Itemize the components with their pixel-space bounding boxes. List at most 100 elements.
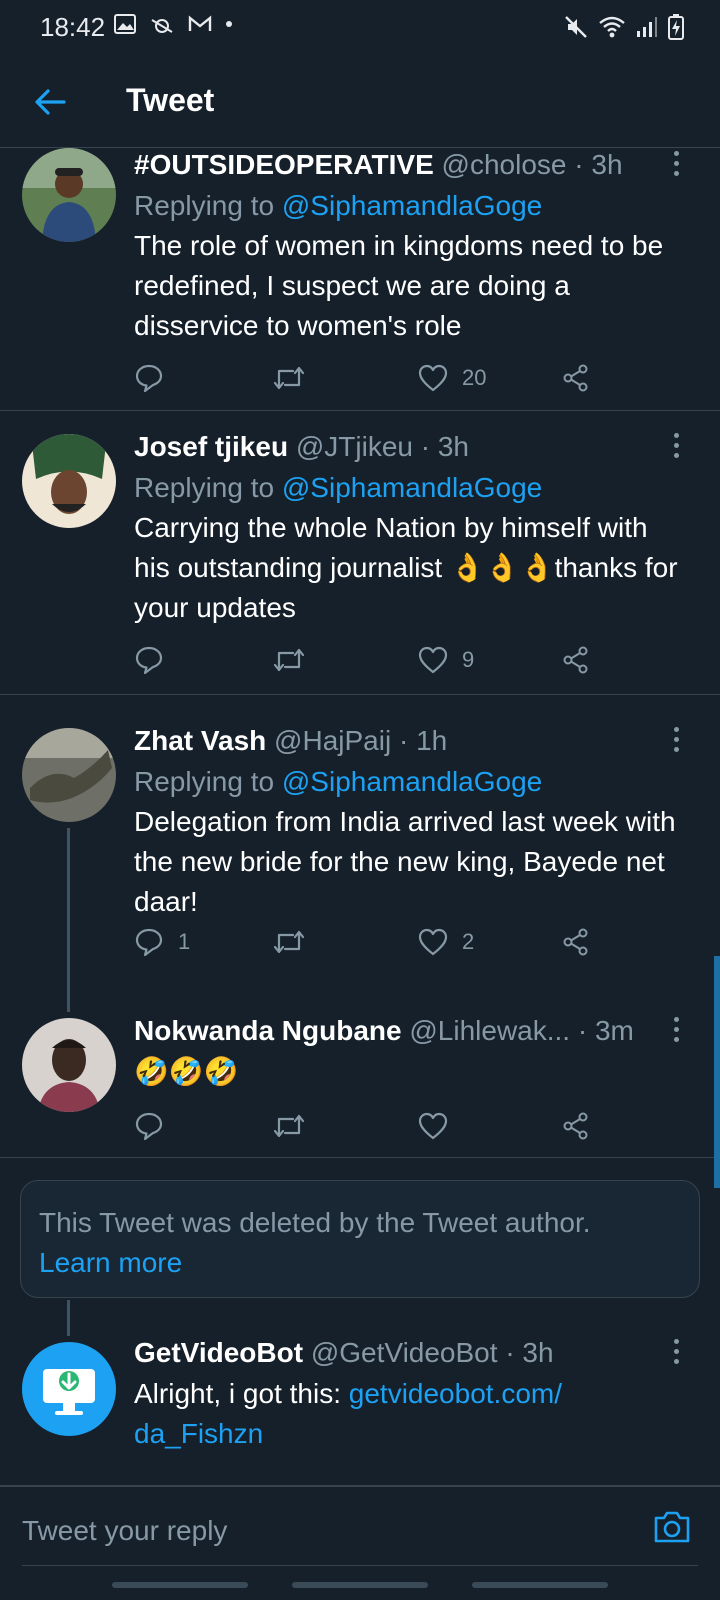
replying-label: Replying to [134, 472, 275, 503]
like-button[interactable]: 9 [418, 640, 474, 680]
author-name[interactable]: #OUTSIDEOPERATIVE [134, 149, 434, 180]
retweet-icon [273, 366, 305, 390]
share-icon [563, 928, 588, 956]
reply-icon [135, 646, 163, 675]
like-count: 20 [462, 365, 487, 390]
retweet-button[interactable] [272, 640, 306, 680]
avatar[interactable] [22, 148, 116, 242]
tweet-header: Nokwanda Ngubane @Lihlewak... · 3m [134, 1014, 690, 1048]
more-options-button[interactable] [666, 1336, 686, 1366]
reply-button[interactable] [134, 358, 164, 398]
scrollbar-thumb[interactable] [714, 956, 720, 1188]
video-link[interactable]: getvideobot.com/ [349, 1378, 562, 1409]
tweet-actions: 9 [134, 640, 614, 680]
author-handle[interactable]: @GetVideoBot [311, 1337, 498, 1368]
avatar[interactable] [22, 434, 116, 528]
avatar-photo-woman [22, 1018, 116, 1112]
tweet-text: The role of women in kingdoms need to be… [134, 230, 664, 341]
retweet-button[interactable] [272, 1106, 306, 1146]
tweet-text: Delegation from India arrived last week … [134, 806, 676, 917]
more-options-button[interactable] [666, 1014, 686, 1044]
author-name[interactable]: GetVideoBot [134, 1337, 303, 1368]
replying-label: Replying to [134, 190, 275, 221]
retweet-button[interactable] [272, 358, 306, 398]
avatar[interactable] [22, 1342, 116, 1436]
more-options-button[interactable] [666, 148, 686, 178]
avatar-photo-sculpture [22, 728, 116, 822]
retweet-icon [273, 930, 305, 954]
app-header: Tweet [0, 56, 720, 148]
tweet-time: · 3h [574, 149, 623, 180]
avatar-photo-golfer [22, 148, 116, 242]
tweet-actions [134, 1106, 614, 1146]
learn-more-link[interactable]: Learn more [39, 1243, 681, 1283]
tweet-time: · 3h [420, 431, 469, 462]
share-button[interactable] [562, 922, 590, 962]
avatar[interactable] [22, 728, 116, 822]
status-bar: 18:42 [0, 0, 720, 56]
share-button[interactable] [562, 358, 590, 398]
video-link-continued[interactable]: da_Fishzn [134, 1418, 263, 1449]
share-icon [563, 646, 588, 674]
like-button[interactable]: 20 [418, 358, 486, 398]
mention-link[interactable]: @SiphamandlaGoge [282, 190, 542, 221]
tweet-header: #OUTSIDEOPERATIVE @cholose · 3h [134, 148, 690, 182]
author-handle[interactable]: @Lihlewak... [409, 1015, 570, 1046]
more-notifications-dot [226, 21, 232, 27]
reply-tweet[interactable]: Nokwanda Ngubane @Lihlewak... · 3m 🤣🤣🤣 [0, 1004, 720, 1158]
like-count: 2 [462, 929, 475, 954]
like-button[interactable] [418, 1106, 448, 1146]
tweet-time: · 3m [577, 1015, 634, 1046]
reply-tweet[interactable]: #OUTSIDEOPERATIVE @cholose · 3h Replying… [0, 148, 720, 411]
nav-back[interactable] [472, 1582, 608, 1588]
like-button[interactable]: 2 [418, 922, 474, 962]
author-handle[interactable]: @cholose [442, 149, 567, 180]
nav-recent-apps[interactable] [112, 1582, 248, 1588]
mention-link[interactable]: @SiphamandlaGoge [282, 472, 542, 503]
reply-button[interactable] [134, 640, 164, 680]
deleted-tweet-text: This Tweet was deleted by the Tweet auth… [39, 1207, 591, 1238]
share-button[interactable] [562, 640, 590, 680]
share-button[interactable] [562, 1106, 590, 1146]
reply-input[interactable]: Tweet your reply [22, 1515, 227, 1547]
reply-input-underline [22, 1565, 698, 1566]
reply-icon [135, 364, 163, 393]
reply-tweet[interactable]: Zhat Vash @HajPaij · 1h Replying to @Sip… [0, 696, 720, 978]
retweet-button[interactable] [272, 922, 306, 962]
reply-tweet[interactable]: GetVideoBot @GetVideoBot · 3h Alright, i… [0, 1336, 720, 1486]
retweet-icon [273, 648, 305, 672]
back-arrow-icon [35, 89, 66, 115]
avatar-photo-person [22, 434, 116, 528]
share-icon [563, 1112, 588, 1140]
deleted-tweet-notice: This Tweet was deleted by the Tweet auth… [20, 1180, 700, 1298]
author-name[interactable]: Josef tjikeu [134, 431, 288, 462]
mention-link[interactable]: @SiphamandlaGoge [282, 766, 542, 797]
camera-icon [654, 1511, 690, 1543]
author-handle[interactable]: @JTjikeu [296, 431, 413, 462]
reply-button[interactable] [134, 1106, 164, 1146]
author-name[interactable]: Zhat Vash [134, 725, 266, 756]
heart-icon [418, 928, 448, 956]
tweet-actions: 1 2 [134, 922, 614, 962]
reply-tweet[interactable]: Josef tjikeu @JTjikeu · 3h Replying to @… [0, 412, 720, 695]
status-notification-icons [114, 14, 232, 34]
gallery-icon [114, 14, 136, 34]
tweet-actions: 20 [134, 358, 614, 398]
author-name[interactable]: Nokwanda Ngubane [134, 1015, 402, 1046]
signal-icon [637, 17, 657, 37]
heart-icon [418, 364, 448, 392]
camera-button[interactable] [652, 1509, 696, 1553]
page-title: Tweet [126, 82, 215, 118]
back-button[interactable] [28, 80, 72, 124]
tweet-time: · 3h [505, 1337, 554, 1368]
replying-to: Replying to @SiphamandlaGoge [134, 468, 690, 508]
author-handle[interactable]: @HajPaij [274, 725, 391, 756]
wifi-icon [599, 16, 625, 38]
nav-home[interactable] [292, 1582, 428, 1588]
reply-button[interactable]: 1 [134, 922, 190, 962]
more-options-button[interactable] [666, 430, 686, 460]
avatar[interactable] [22, 1018, 116, 1112]
more-options-button[interactable] [666, 724, 686, 754]
heart-icon [418, 1112, 448, 1140]
replying-to: Replying to @SiphamandlaGoge [134, 762, 690, 802]
